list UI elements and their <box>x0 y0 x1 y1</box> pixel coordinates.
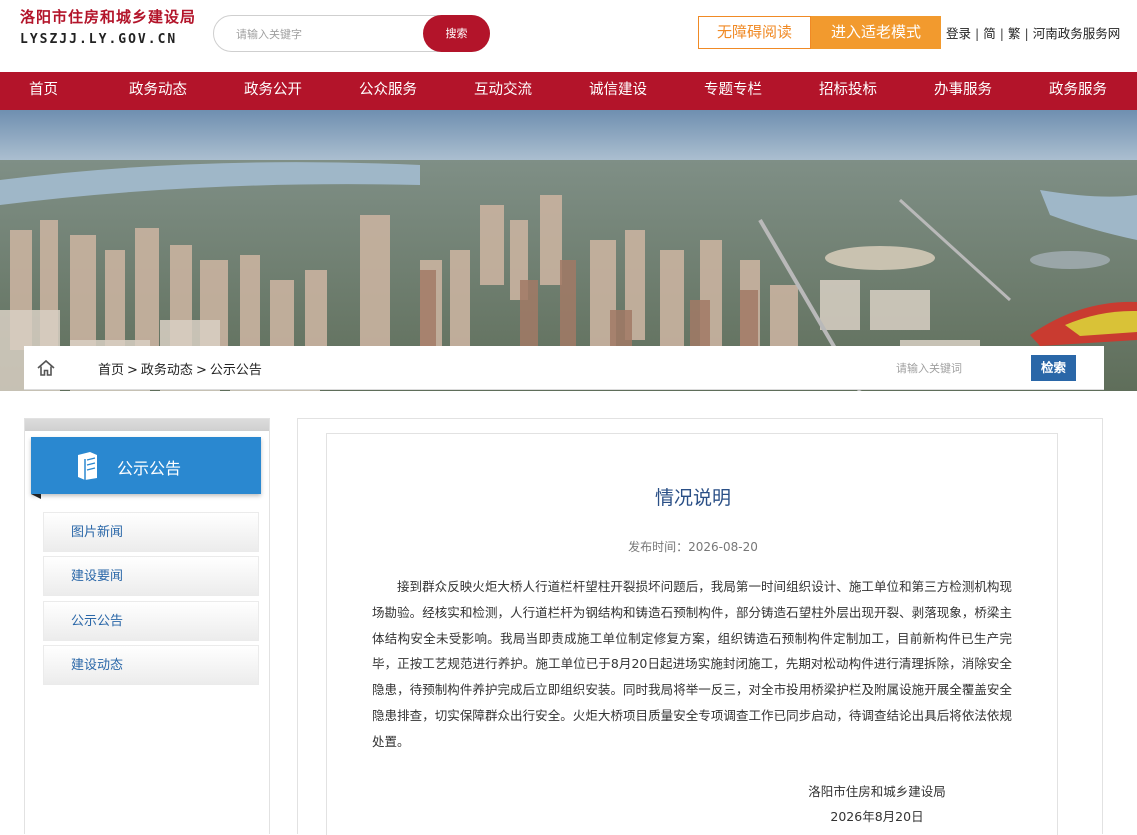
link-separator: | <box>975 26 980 41</box>
site-logo[interactable]: 洛阳市住房和城乡建设局 LYSZJJ.LY.GOV.CN <box>20 6 200 49</box>
header-search-button[interactable]: 搜索 <box>423 15 490 52</box>
sidebar-header: 公示公告 <box>31 437 261 494</box>
breadcrumb: 首页 > 政务动态 > 公示公告 <box>98 359 262 378</box>
header-search-input[interactable] <box>234 24 414 44</box>
link-separator: | <box>999 26 1004 41</box>
breadcrumb-item-notices[interactable]: 公示公告 <box>210 363 262 378</box>
elder-mode-button[interactable]: 进入适老模式 <box>811 16 941 49</box>
signature-date: 2026年8月20日 <box>830 809 924 824</box>
link-separator: | <box>1024 26 1029 41</box>
breadcrumb-bar: 首页>政务动态>公示公告 检索 <box>24 346 1104 390</box>
sidebar-item-notices[interactable]: 公示公告 <box>43 601 259 641</box>
logo-domain: LYSZJJ.LY.GOV.CN <box>20 32 178 47</box>
nav-item-interaction[interactable]: 互动交流 <box>474 72 532 110</box>
site-header: 洛阳市住房和城乡建设局 LYSZJJ.LY.GOV.CN 搜索 无障碍阅读 进入… <box>0 0 1137 72</box>
article-publish-date: 发布时间：2026-08-20 <box>628 540 758 554</box>
simplified-chinese-link[interactable]: 简 <box>983 26 996 41</box>
book-icon <box>78 452 97 480</box>
sidebar-title: 公示公告 <box>117 459 182 478</box>
sidebar-item-photo-news[interactable]: 图片新闻 <box>43 512 259 552</box>
breadcrumb-item-home[interactable]: 首页 <box>98 363 124 378</box>
accessible-reading-button[interactable]: 无障碍阅读 <box>698 16 811 49</box>
header-search: 搜索 <box>213 15 490 52</box>
nav-item-credit[interactable]: 诚信建设 <box>589 72 647 110</box>
nav-item-public-service[interactable]: 公众服务 <box>359 72 417 110</box>
main-nav: 首页 政务动态 政务公开 公众服务 互动交流 诚信建设 专题专栏 招标投标 办事… <box>0 72 1137 110</box>
nav-item-affairs[interactable]: 办事服务 <box>934 72 992 110</box>
top-links: 登录 | 简 | 繁 | 河南政务服务网 <box>946 23 1120 42</box>
nav-item-disclosure[interactable]: 政务公开 <box>244 72 302 110</box>
article: 情况说明 发布时间：2026-08-20 接到群众反映火炬大桥人行道栏杆望柱开裂… <box>326 433 1058 835</box>
site-search-button[interactable]: 检索 <box>1031 355 1076 381</box>
article-body: 接到群众反映火炬大桥人行道栏杆望柱开裂损坏问题后，我局第一时间组织设计、施工单位… <box>372 579 1012 749</box>
traditional-chinese-link[interactable]: 繁 <box>1008 26 1021 41</box>
logo-chinese-name: 洛阳市住房和城乡建设局 <box>20 8 197 26</box>
article-title: 情况说明 <box>654 487 731 509</box>
henan-portal-link[interactable]: 河南政务服务网 <box>1033 26 1121 41</box>
sidebar-ribbon <box>25 419 269 431</box>
login-link[interactable]: 登录 <box>946 26 971 41</box>
nav-item-gov-service[interactable]: 政务服务 <box>1049 72 1107 110</box>
sidebar-item-construction-updates[interactable]: 建设动态 <box>43 645 259 685</box>
breadcrumb-separator: > <box>195 363 207 378</box>
sidebar: 公示公告 图片新闻 建设要闻 公示公告 建设动态 <box>24 418 270 834</box>
nav-item-topics[interactable]: 专题专栏 <box>704 72 762 110</box>
breadcrumb-separator: > <box>127 363 138 378</box>
main-content: 情况说明 发布时间：2026-08-20 接到群众反映火炬大桥人行道栏杆望柱开裂… <box>297 418 1103 835</box>
sidebar-header-fold <box>31 494 41 499</box>
breadcrumb-item-news[interactable]: 政务动态 <box>141 363 193 378</box>
sidebar-item-construction-news[interactable]: 建设要闻 <box>43 556 259 596</box>
nav-item-news[interactable]: 政务动态 <box>129 72 187 110</box>
home-icon[interactable] <box>36 358 56 378</box>
signature-organization: 洛阳市住房和城乡建设局 <box>808 784 946 799</box>
nav-item-home[interactable]: 首页 <box>29 72 58 110</box>
site-search-input[interactable] <box>894 357 1024 379</box>
article-signature: 洛阳市住房和城乡建设局 2026年8月20日 <box>757 779 997 829</box>
nav-item-bidding[interactable]: 招标投标 <box>819 72 877 110</box>
